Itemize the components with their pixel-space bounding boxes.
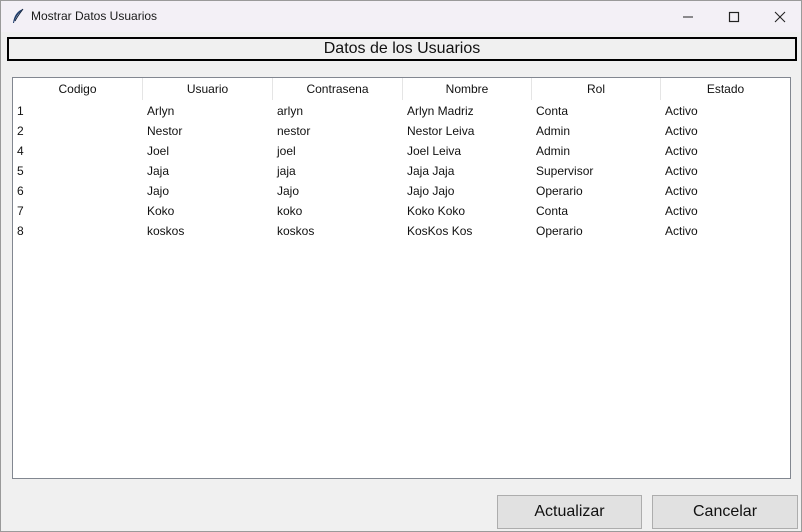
title-bar[interactable]: Mostrar Datos Usuarios [1,1,801,32]
column-header-rol[interactable]: Rol [532,78,661,100]
cell-usuario: Koko [147,204,175,218]
cell-rol: Conta [536,204,569,218]
cancel-button[interactable]: Cancelar [652,495,798,529]
cell-rol: Operario [536,184,583,198]
table-row[interactable]: 2 Nestor nestor Nestor Leiva Admin Activ… [13,121,790,141]
cell-usuario: Joel [147,144,170,158]
cell-codigo: 2 [17,124,24,138]
cell-rol: Admin [536,144,571,158]
table-row[interactable]: 1 Arlyn arlyn Arlyn Madriz Conta Activo [13,101,790,121]
cell-nombre: Nestor Leiva [407,124,475,138]
cell-estado: Activo [665,164,698,178]
table-row[interactable]: 7 Koko koko Koko Koko Conta Activo [13,201,790,221]
column-header-usuario[interactable]: Usuario [143,78,273,100]
cell-contrasena: jaja [277,164,296,178]
users-table[interactable]: Codigo Usuario Contrasena Nombre Rol Est… [12,77,791,479]
minimize-icon [683,16,693,17]
cell-nombre: Arlyn Madriz [407,104,474,118]
cell-nombre: Jaja Jaja [407,164,455,178]
column-header-contrasena[interactable]: Contrasena [273,78,403,100]
cell-codigo: 8 [17,224,24,238]
section-title: Datos de los Usuarios [7,37,797,61]
cell-codigo: 7 [17,204,24,218]
cell-estado: Activo [665,184,698,198]
close-icon [774,11,786,22]
cell-nombre: Joel Leiva [407,144,462,158]
window-title: Mostrar Datos Usuarios [31,9,158,23]
cell-usuario: Jajo [147,184,170,198]
table-row[interactable]: 5 Jaja jaja Jaja Jaja Supervisor Activo [13,161,790,181]
table-row[interactable]: 4 Joel joel Joel Leiva Admin Activo [13,141,790,161]
cell-contrasena: koko [277,204,303,218]
cell-codigo: 6 [17,184,24,198]
app-window: Mostrar Datos Usuarios Datos de los Usua… [0,0,802,532]
cell-codigo: 5 [17,164,24,178]
cell-nombre: Koko Koko [407,204,466,218]
cell-usuario: Arlyn [147,104,175,118]
table-row[interactable]: 6 Jajo Jajo Jajo Jajo Operario Activo [13,181,790,201]
cell-rol: Admin [536,124,571,138]
cell-estado: Activo [665,144,698,158]
cell-nombre: KosKos Kos [407,224,473,238]
refresh-button[interactable]: Actualizar [497,495,642,529]
feather-icon [11,8,25,24]
cell-rol: Operario [536,224,583,238]
maximize-icon [728,11,740,22]
minimize-button[interactable] [665,1,711,32]
cell-usuario: Nestor [147,124,183,138]
cell-contrasena: arlyn [277,104,304,118]
cell-contrasena: Jajo [277,184,300,198]
table-row[interactable]: 8 koskos koskos KosKos Kos Operario Acti… [13,221,790,241]
cell-codigo: 4 [17,144,24,158]
cell-codigo: 1 [17,104,24,118]
column-header-estado[interactable]: Estado [661,78,790,100]
cell-estado: Activo [665,104,698,118]
cell-rol: Conta [536,104,569,118]
close-button[interactable] [757,1,802,32]
cell-usuario: Jaja [147,164,170,178]
cell-estado: Activo [665,124,698,138]
column-header-nombre[interactable]: Nombre [403,78,532,100]
cell-estado: Activo [665,204,698,218]
cell-usuario: koskos [147,224,185,238]
maximize-button[interactable] [711,1,757,32]
column-header-codigo[interactable]: Codigo [13,78,143,100]
table-header: Codigo Usuario Contrasena Nombre Rol Est… [13,78,790,100]
cell-contrasena: nestor [277,124,311,138]
table-body: 1 Arlyn arlyn Arlyn Madriz Conta Activo … [13,101,790,241]
cell-contrasena: joel [277,144,296,158]
cell-rol: Supervisor [536,164,594,178]
cell-estado: Activo [665,224,698,238]
cell-contrasena: koskos [277,224,315,238]
cell-nombre: Jajo Jajo [407,184,455,198]
